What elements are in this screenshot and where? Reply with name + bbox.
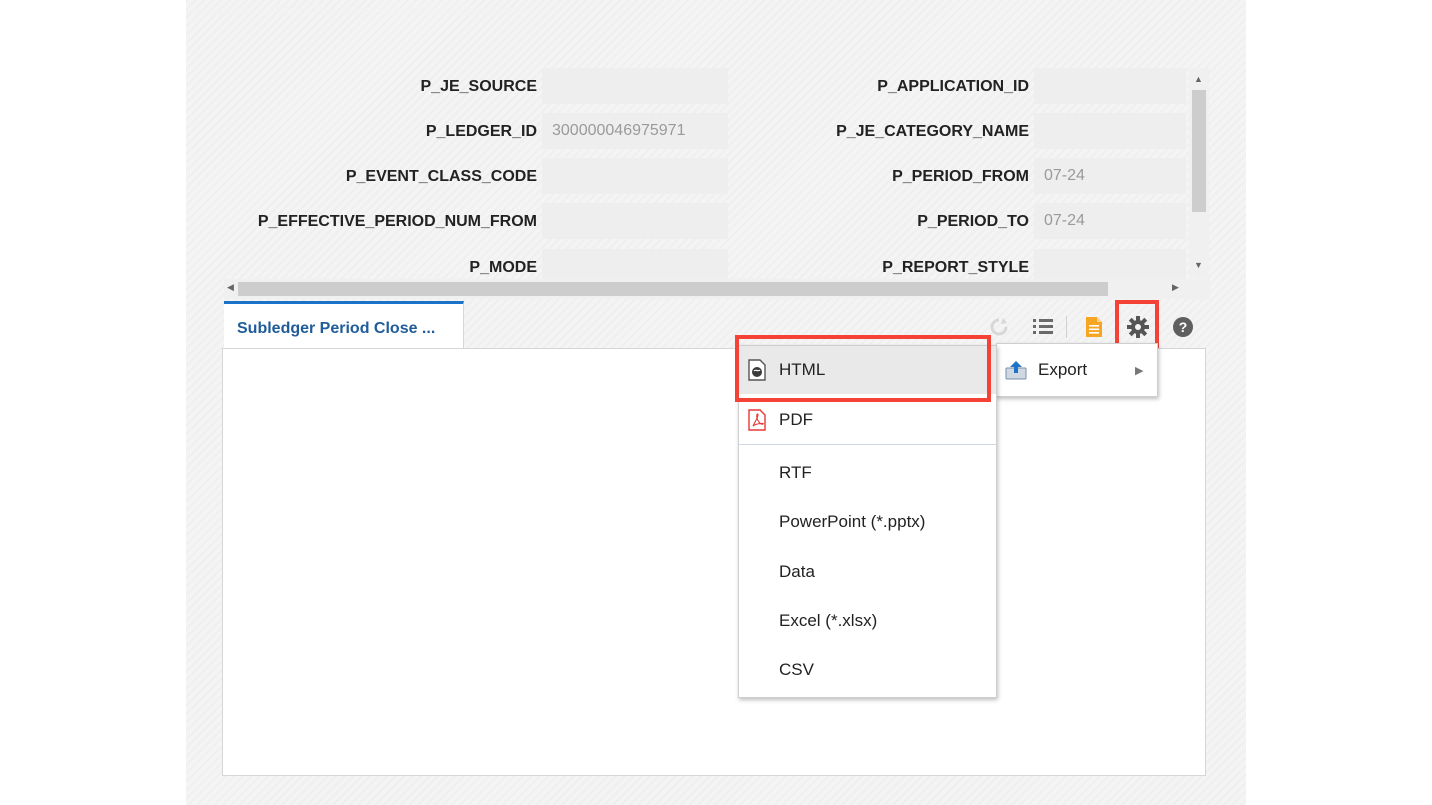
param-label-period-to: P_PERIOD_TO [917, 213, 1029, 230]
param-label-je-source: P_JE_SOURCE [420, 78, 538, 95]
param-field-je-category-name[interactable] [1034, 113, 1186, 149]
gear-highlight-box [1115, 300, 1159, 348]
export-menu: Export ▶ [996, 343, 1158, 397]
svg-text:?: ? [1179, 319, 1188, 335]
html-highlight-box [735, 335, 991, 402]
document-icon[interactable] [1082, 315, 1106, 339]
help-icon[interactable]: ? [1171, 315, 1195, 339]
param-field-period-from[interactable]: 07-24 [1034, 158, 1186, 194]
scroll-left-icon[interactable]: ◀ [227, 282, 234, 293]
horizontal-scroll-thumb[interactable] [238, 282, 1108, 296]
param-field-period-to[interactable]: 07-24 [1034, 203, 1186, 239]
param-label-event-class-code: P_EVENT_CLASS_CODE [345, 168, 537, 185]
param-field-application-id[interactable] [1034, 68, 1186, 104]
param-label-application-id: P_APPLICATION_ID [877, 78, 1029, 95]
export-label: Export [1038, 360, 1088, 379]
tab-subledger-period-close[interactable]: Subledger Period Close ... [224, 301, 464, 348]
vertical-scrollbar[interactable]: ▲ ▼ [1189, 68, 1209, 278]
menu-item-powerpoint[interactable]: PowerPoint (*.pptx) [739, 498, 996, 546]
window-title: Republish 7145128: SubledgerPeriodCloseE… [186, 2, 524, 18]
pdf-file-icon [747, 409, 767, 431]
menu-item-label: PowerPoint (*.pptx) [779, 512, 926, 531]
report-viewer-panel [222, 348, 1206, 776]
horizontal-scrollbar[interactable]: ◀ ▶ [224, 279, 1210, 299]
tab-label: Subledger Period Close ... [237, 320, 436, 337]
menu-item-label: CSV [779, 660, 814, 679]
menu-item-label: Excel (*.xlsx) [779, 611, 878, 630]
menu-item-rtf[interactable]: RTF [739, 449, 996, 497]
menu-item-pdf[interactable]: PDF [739, 396, 996, 445]
param-field-effective-period-num-from[interactable] [542, 203, 728, 239]
menu-item-data[interactable]: Data [739, 548, 996, 596]
submenu-arrow-icon: ▶ [1135, 364, 1144, 377]
menu-item-csv[interactable]: CSV [739, 646, 996, 694]
param-label-report-style: P_REPORT_STYLE [882, 259, 1029, 276]
param-field-report-style[interactable] [1034, 249, 1186, 279]
scroll-right-icon[interactable]: ▶ [1172, 282, 1179, 293]
menu-item-label: RTF [779, 463, 812, 482]
menu-item-export[interactable]: Export ▶ [997, 346, 1157, 394]
param-field-ledger-id[interactable]: 300000046975971 [542, 113, 728, 149]
vertical-scroll-thumb[interactable] [1192, 90, 1206, 212]
scroll-up-icon[interactable]: ▲ [1194, 74, 1203, 84]
export-icon [1005, 360, 1027, 382]
param-label-mode: P_MODE [469, 259, 537, 276]
param-label-ledger-id: P_LEDGER_ID [425, 123, 537, 140]
list-icon[interactable] [1031, 315, 1055, 339]
scroll-down-icon[interactable]: ▼ [1194, 260, 1203, 270]
menu-item-excel[interactable]: Excel (*.xlsx) [739, 597, 996, 645]
param-field-mode[interactable] [542, 249, 728, 279]
param-label-je-category-name: P_JE_CATEGORY_NAME [836, 123, 1029, 140]
param-field-je-source[interactable] [542, 68, 728, 104]
menu-item-label: Data [779, 562, 815, 581]
param-label-effective-period-num-from: P_EFFECTIVE_PERIOD_NUM_FROM [257, 213, 537, 230]
toolbar-divider [1066, 316, 1067, 338]
param-field-event-class-code[interactable] [542, 158, 728, 194]
menu-item-label: PDF [779, 410, 813, 429]
param-label-period-from: P_PERIOD_FROM [892, 168, 1029, 185]
